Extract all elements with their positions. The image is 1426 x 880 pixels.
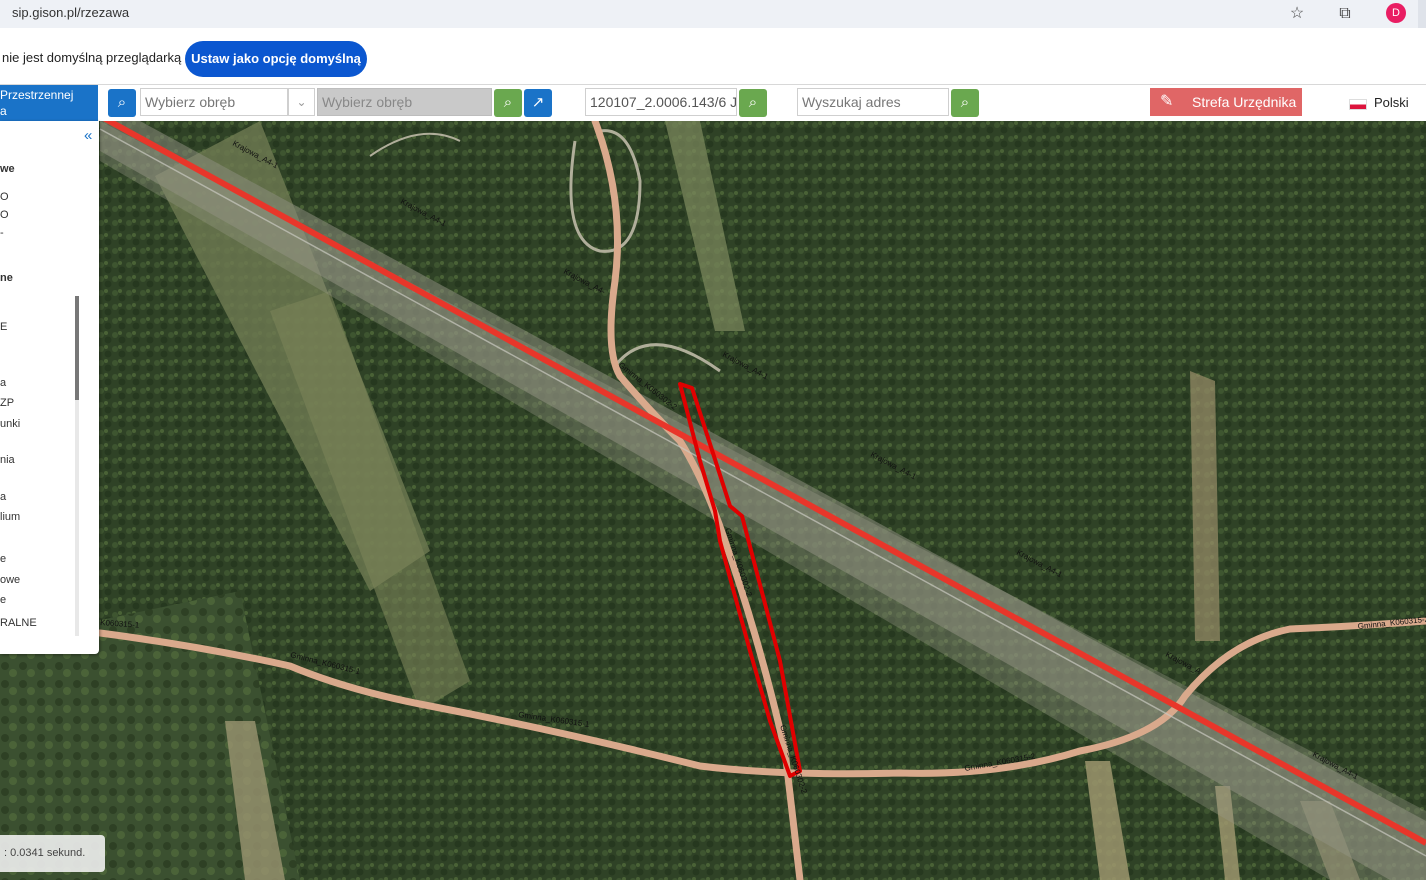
panel-item[interactable]: e xyxy=(0,553,6,565)
set-default-button[interactable]: Ustaw jako opcję domyślną xyxy=(185,41,367,77)
address-search-input[interactable]: Wyszukaj adres xyxy=(797,88,949,116)
app-title-line1: Przestrzennej xyxy=(0,88,74,102)
url-text[interactable]: sip.gison.pl/rzezawa xyxy=(12,5,129,20)
panel-item[interactable]: unki xyxy=(0,418,20,430)
panel-item[interactable]: a xyxy=(0,377,6,389)
panel-item[interactable]: we xyxy=(0,163,15,175)
profile-avatar[interactable]: D xyxy=(1386,3,1406,23)
strefa-urzednika-button[interactable]: ✎ Strefa Urzędnika xyxy=(1150,88,1302,116)
default-browser-infobar: nie jest domyślną przeglądarką Ustaw jak… xyxy=(0,28,1426,85)
collapse-panel-icon[interactable]: « xyxy=(84,127,92,144)
chevron-down-icon[interactable]: ⌄ xyxy=(288,88,315,116)
obreb-input[interactable]: Wybierz obręb xyxy=(317,88,492,116)
pen-icon: ✎ xyxy=(1160,93,1174,110)
app-toolbar: Przestrzennej a ⌕ Wybierz obręb ⌄ Wybier… xyxy=(0,85,1426,121)
app-title: Przestrzennej a xyxy=(0,85,98,121)
panel-item[interactable]: - xyxy=(0,227,4,239)
panel-item[interactable]: O xyxy=(0,191,9,203)
panel-item[interactable]: lium xyxy=(0,511,20,523)
strefa-label: Strefa Urzędnika xyxy=(1192,94,1297,110)
extensions-icon[interactable]: ⧉ xyxy=(1335,4,1355,24)
address-search-icon[interactable]: ⌕ xyxy=(951,89,979,117)
obreb-select[interactable]: Wybierz obręb xyxy=(140,88,288,116)
query-time-status: : 0.0341 sekund. xyxy=(0,835,105,872)
panel-item[interactable]: E xyxy=(0,321,7,333)
layers-panel: « we O O - ne E a ZP unki nia a lium e o… xyxy=(0,121,99,654)
parcel-id-input[interactable]: 120107_2.0006.143/6 Je xyxy=(585,88,737,116)
satellite-map[interactable]: Krajowa_A4-1 Krajowa_A4-1 Krajowa_A4- Kr… xyxy=(0,121,1426,880)
panel-item[interactable]: RALNE xyxy=(0,617,37,629)
zoom-search-icon[interactable]: ⌕ xyxy=(494,89,522,117)
panel-item[interactable]: owe xyxy=(0,574,20,586)
panel-item[interactable]: a xyxy=(0,491,6,503)
browser-url-bar[interactable]: sip.gison.pl/rzezawa ☆ ⧉ D xyxy=(0,0,1426,28)
parcel-search-icon[interactable]: ⌕ xyxy=(739,89,767,117)
panel-item[interactable]: O xyxy=(0,209,9,221)
language-selector[interactable]: Polski xyxy=(1374,95,1409,110)
search-parcel-icon[interactable]: ⌕ xyxy=(108,89,136,117)
polish-flag-icon[interactable] xyxy=(1349,99,1367,110)
app-title-line2: a xyxy=(0,104,7,118)
panel-scrollbar[interactable] xyxy=(75,296,79,400)
window-edge xyxy=(1418,0,1426,28)
measure-icon[interactable]: ↗ xyxy=(524,89,552,117)
infobar-text: nie jest domyślną przeglądarką xyxy=(2,50,182,65)
field-strip xyxy=(1190,371,1220,641)
panel-item[interactable]: nia xyxy=(0,454,15,466)
panel-item[interactable]: ZP xyxy=(0,397,14,409)
panel-item[interactable]: e xyxy=(0,594,6,606)
panel-item[interactable]: ne xyxy=(0,272,13,284)
bookmark-star-icon[interactable]: ☆ xyxy=(1287,4,1307,24)
